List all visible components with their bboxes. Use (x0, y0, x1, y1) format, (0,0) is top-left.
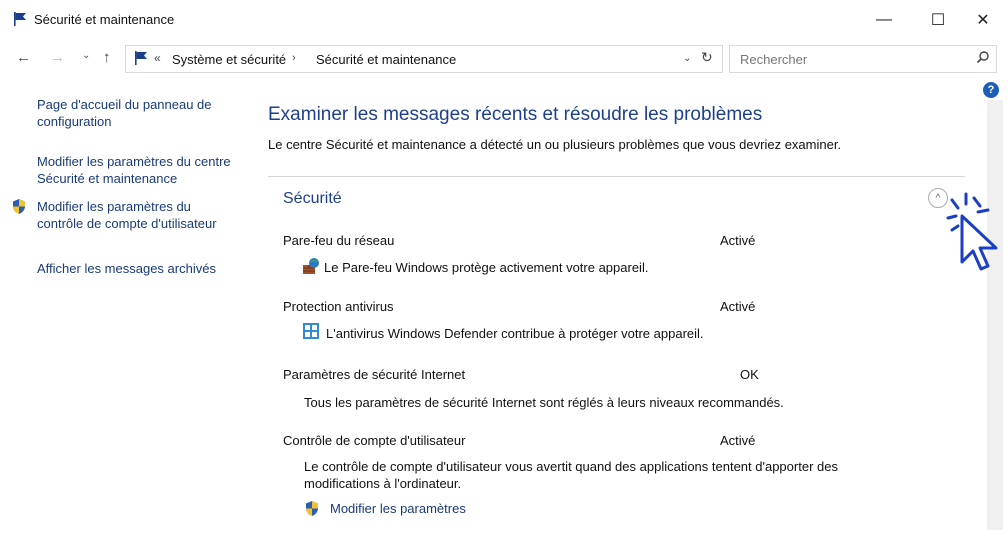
window-title: Sécurité et maintenance (34, 12, 175, 27)
address-dropdown-icon[interactable]: ⌄ (683, 53, 691, 64)
address-bar[interactable]: « Système et sécurité › Sécurité et main… (125, 45, 723, 73)
maximize-button[interactable]: ☐ (915, 6, 961, 34)
up-button[interactable]: ↑ (103, 49, 111, 66)
recent-locations-button[interactable]: ⌄ (82, 50, 90, 61)
back-button[interactable]: ← (16, 49, 31, 66)
page-description: Le centre Sécurité et maintenance a déte… (268, 137, 842, 152)
refresh-icon[interactable]: ↻ (701, 49, 713, 66)
internet-security-label: Paramètres de sécurité Internet (283, 367, 466, 382)
sidebar-item-change-settings[interactable]: Modifier les paramètres du centre Sécuri… (37, 153, 237, 187)
divider (268, 176, 965, 177)
breadcrumb-securite-maintenance[interactable]: Sécurité et maintenance (316, 52, 456, 67)
uac-shield-icon (11, 198, 27, 220)
uac-description: Le contrôle de compte d'utilisateur vous… (304, 459, 838, 491)
firewall-description: Le Pare-feu Windows protège activement v… (324, 260, 649, 275)
sidebar-item-uac-settings[interactable]: Modifier les paramètres du contrôle de c… (37, 198, 217, 232)
title-bar: Sécurité et maintenance — ☐ ✕ (0, 0, 1008, 40)
firewall-label: Pare-feu du réseau (283, 233, 395, 248)
firewall-icon (302, 257, 320, 280)
scrollbar[interactable] (987, 100, 1003, 530)
breadcrumb-separator-icon[interactable]: › (292, 52, 296, 64)
page-title: Examiner les messages récents et résoudr… (268, 104, 763, 125)
internet-security-description: Tous les paramètres de sécurité Internet… (304, 395, 784, 410)
sidebar-item-archived-messages[interactable]: Afficher les messages archivés (37, 260, 247, 277)
defender-icon (302, 322, 320, 345)
antivirus-description: L'antivirus Windows Defender contribue à… (326, 326, 704, 341)
uac-status: Activé (720, 433, 756, 448)
sidebar-item-home[interactable]: Page d'accueil du panneau de configurati… (37, 96, 237, 130)
breadcrumb-systeme-securite[interactable]: Système et sécurité (172, 52, 286, 67)
minimize-button[interactable]: — (861, 6, 907, 34)
firewall-status: Activé (720, 233, 756, 248)
internet-security-status: OK (740, 367, 759, 382)
help-icon[interactable]: ? (983, 82, 999, 98)
antivirus-status: Activé (720, 299, 756, 314)
flag-icon (133, 50, 149, 71)
search-input[interactable]: Rechercher (729, 45, 997, 73)
change-settings-link[interactable]: Modifier les paramètres (330, 501, 466, 516)
address-row: ← → ⌄ ↑ « Système et sécurité › Sécurité… (0, 40, 1008, 78)
antivirus-label: Protection antivirus (283, 299, 394, 314)
forward-button[interactable]: → (50, 49, 65, 66)
flag-icon (12, 11, 28, 32)
uac-shield-icon (304, 500, 320, 522)
search-icon[interactable] (976, 50, 990, 69)
mouse-cursor-icon (944, 190, 1008, 279)
uac-label: Contrôle de compte d'utilisateur (283, 433, 466, 448)
search-placeholder: Rechercher (740, 52, 808, 67)
close-button[interactable]: ✕ (960, 6, 1006, 34)
section-title-security[interactable]: Sécurité (283, 190, 342, 208)
overflow-chevron-icon[interactable]: « (154, 51, 161, 65)
